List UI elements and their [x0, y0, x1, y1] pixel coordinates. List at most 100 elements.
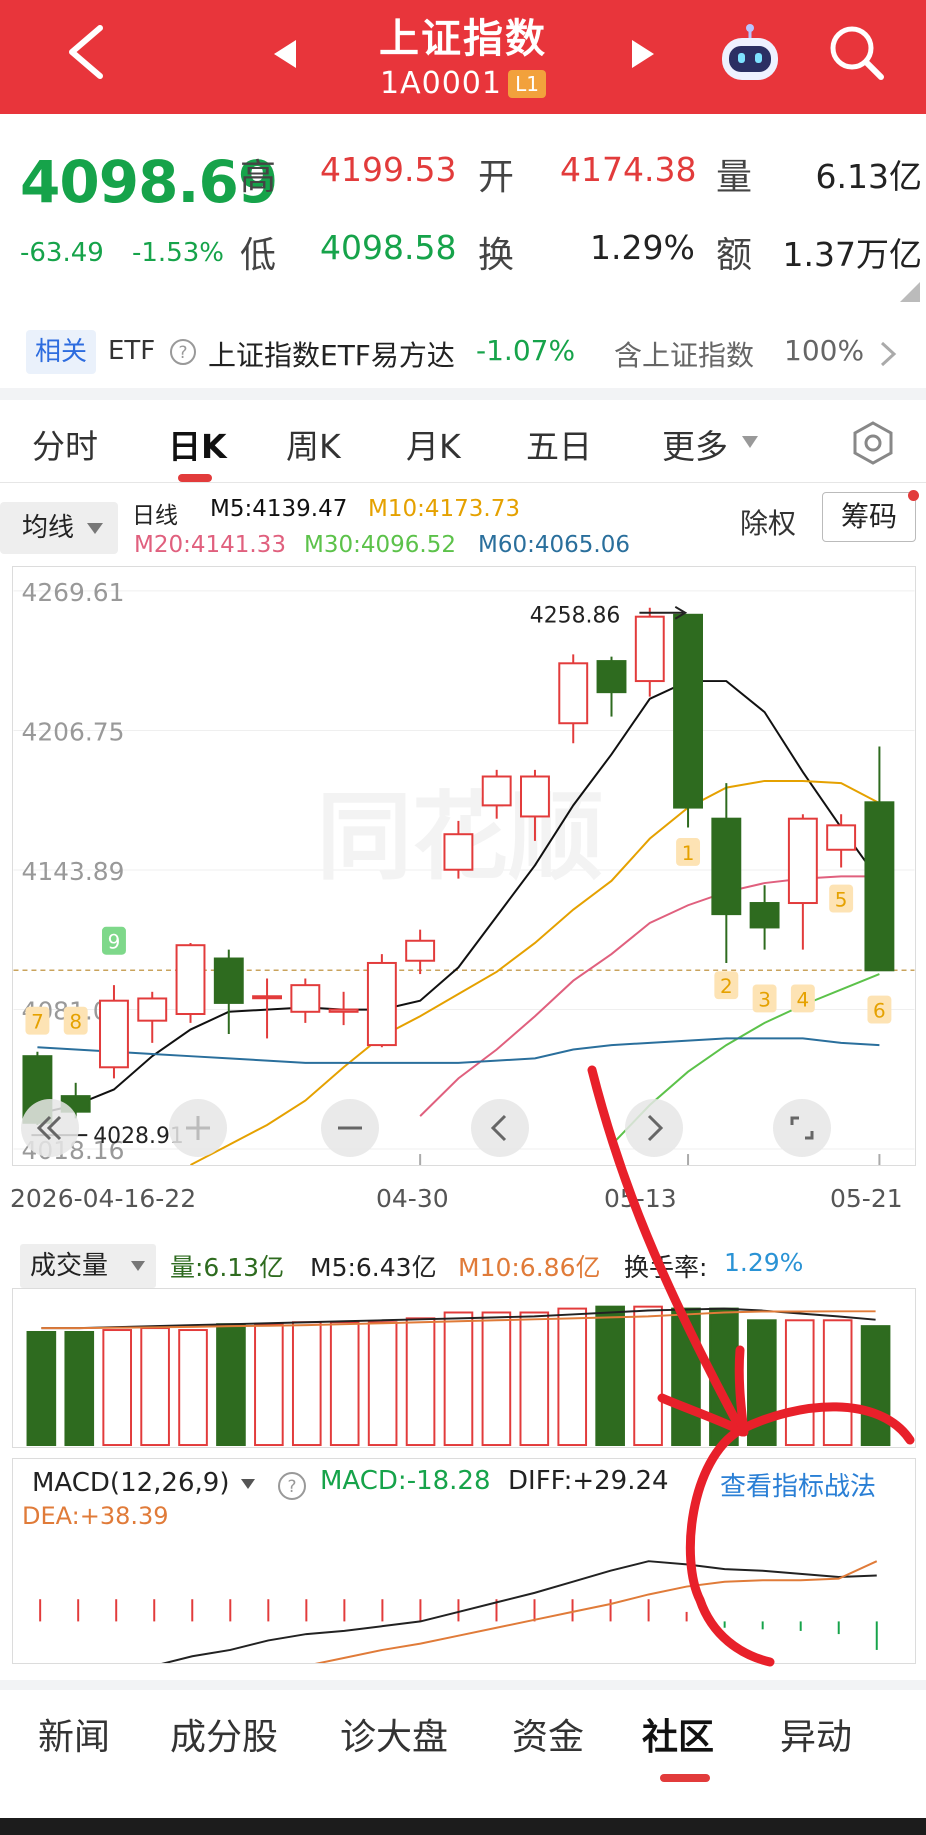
- candle-body: [558, 662, 589, 725]
- tab-community[interactable]: 社区: [642, 1708, 714, 1760]
- next-stock-icon[interactable]: [628, 36, 658, 72]
- volume-bar: [443, 1311, 474, 1447]
- m5-line: [37, 680, 881, 1115]
- assistant-robot-icon[interactable]: [716, 22, 784, 86]
- volume-value: 6.13亿: [815, 157, 922, 196]
- volume-bar: [481, 1311, 512, 1447]
- last-price: 4098.69: [20, 148, 278, 216]
- volume-bar: [367, 1321, 398, 1447]
- tab-movements[interactable]: 异动: [780, 1708, 852, 1760]
- volume-m5: M5:6.43亿: [310, 1253, 437, 1282]
- volume-bar: [822, 1319, 853, 1447]
- tab-news[interactable]: 新闻: [38, 1708, 110, 1760]
- stock-code: 1A0001: [380, 66, 502, 101]
- turnover-label: 换: [478, 235, 515, 276]
- caret-down-icon[interactable]: [740, 434, 760, 450]
- macd-chart[interactable]: [12, 1458, 916, 1664]
- candle-body: [711, 817, 742, 916]
- top-header: 上证指数 1A0001 L1: [0, 0, 926, 114]
- volume-bar: [633, 1305, 663, 1447]
- candle-body: [290, 984, 321, 1013]
- m60-line: [37, 1037, 880, 1064]
- back-arrow-icon[interactable]: [62, 22, 108, 82]
- turnover-value: 1.29%: [590, 228, 695, 267]
- candle-body: [213, 957, 244, 1004]
- tab-monthly-k[interactable]: 月K: [406, 420, 461, 468]
- volume-bar: [671, 1307, 701, 1447]
- volume-current: 量:6.13亿: [170, 1253, 285, 1282]
- etf-change: -1.07%: [476, 334, 576, 367]
- ex-right-button[interactable]: 除权: [740, 502, 796, 542]
- high-label: 高: [240, 157, 277, 198]
- related-tag: 相关: [26, 330, 96, 374]
- tab-weekly-k[interactable]: 周K: [286, 420, 341, 468]
- candle-body: [673, 613, 704, 809]
- volume-bar: [405, 1317, 436, 1447]
- volume-bar: [254, 1323, 284, 1447]
- amount-label: 额: [716, 235, 753, 276]
- etf-name[interactable]: 上证指数ETF易方达: [208, 334, 455, 374]
- candle-body: [787, 817, 818, 905]
- volume-chart[interactable]: [12, 1288, 916, 1448]
- open-value: 4174.38: [560, 150, 697, 189]
- zoom-out-icon[interactable]: [320, 1098, 380, 1158]
- holding-label: 含上证指数: [614, 339, 755, 372]
- scroll-left-fast-icon[interactable]: [20, 1098, 80, 1158]
- active-tab-underline: [178, 474, 212, 482]
- candle-body: [596, 660, 627, 694]
- candle-body: [175, 944, 206, 1016]
- scroll-left-icon[interactable]: [470, 1098, 530, 1158]
- tab-divider: [0, 482, 926, 483]
- ma30-value: M30:4096.52: [304, 532, 456, 558]
- high-value: 4199.53: [320, 150, 457, 189]
- candle-body: [252, 995, 283, 1000]
- marker-number: 6: [873, 1000, 886, 1023]
- line-type-label: 日线: [132, 503, 178, 529]
- volume-bar: [291, 1321, 322, 1447]
- holding-percent: 100%: [784, 334, 865, 367]
- scroll-right-icon[interactable]: [624, 1098, 684, 1158]
- section-divider: [0, 1680, 926, 1690]
- volume-bar: [216, 1323, 246, 1447]
- tab-funds[interactable]: 资金: [512, 1708, 584, 1760]
- tab-daily-k[interactable]: 日K: [168, 420, 227, 468]
- caret-down-icon[interactable]: [130, 1260, 146, 1272]
- volume-label: 量: [716, 157, 753, 198]
- kline-chart[interactable]: 4269.614206.754143.894081.024018.16 同花顺 …: [12, 566, 916, 1166]
- chips-button-label: 筹码: [840, 500, 897, 533]
- level-badge: L1: [508, 70, 546, 98]
- volume-bar: [860, 1325, 891, 1447]
- turnover-rate-value: 1.29%: [724, 1248, 804, 1277]
- ma5-value: M5:4139.47: [210, 496, 348, 522]
- candle-body: [749, 902, 780, 929]
- tab-intraday[interactable]: 分时: [32, 420, 98, 468]
- search-icon[interactable]: [826, 22, 886, 82]
- volume-bar: [64, 1330, 95, 1447]
- y-tick-label: 4269.61: [21, 578, 124, 607]
- candle-body: [634, 615, 665, 683]
- candle-body: [481, 775, 512, 807]
- help-icon[interactable]: ?: [168, 337, 198, 367]
- price-change: -63.49: [20, 238, 104, 268]
- tab-more[interactable]: 更多: [662, 420, 728, 468]
- y-tick-label: 4206.75: [21, 717, 124, 746]
- chevron-right-icon[interactable]: [878, 340, 898, 368]
- ma60-value: M60:4065.06: [478, 532, 630, 558]
- tab-components[interactable]: 成分股: [170, 1708, 278, 1760]
- amount-value: 1.37万亿: [782, 235, 922, 274]
- x-tick-label: 2026-04-16-22: [10, 1184, 197, 1213]
- volume-dropdown-label: 成交量: [30, 1251, 109, 1281]
- tab-diagnosis[interactable]: 诊大盘: [340, 1708, 448, 1760]
- notification-dot: [908, 490, 919, 501]
- prev-stock-icon[interactable]: [270, 36, 300, 72]
- chips-button[interactable]: 筹码: [822, 492, 916, 542]
- expand-corner-icon[interactable]: [900, 282, 920, 302]
- caret-down-icon[interactable]: [86, 522, 104, 536]
- settings-hexagon-icon[interactable]: [850, 420, 896, 466]
- marker-number: 7: [31, 1011, 44, 1034]
- zoom-in-icon[interactable]: [168, 1098, 228, 1158]
- tab-five-day[interactable]: 五日: [526, 420, 592, 468]
- active-tab-underline: [660, 1774, 710, 1782]
- fullscreen-icon[interactable]: [772, 1098, 832, 1158]
- candle-body: [99, 999, 129, 1069]
